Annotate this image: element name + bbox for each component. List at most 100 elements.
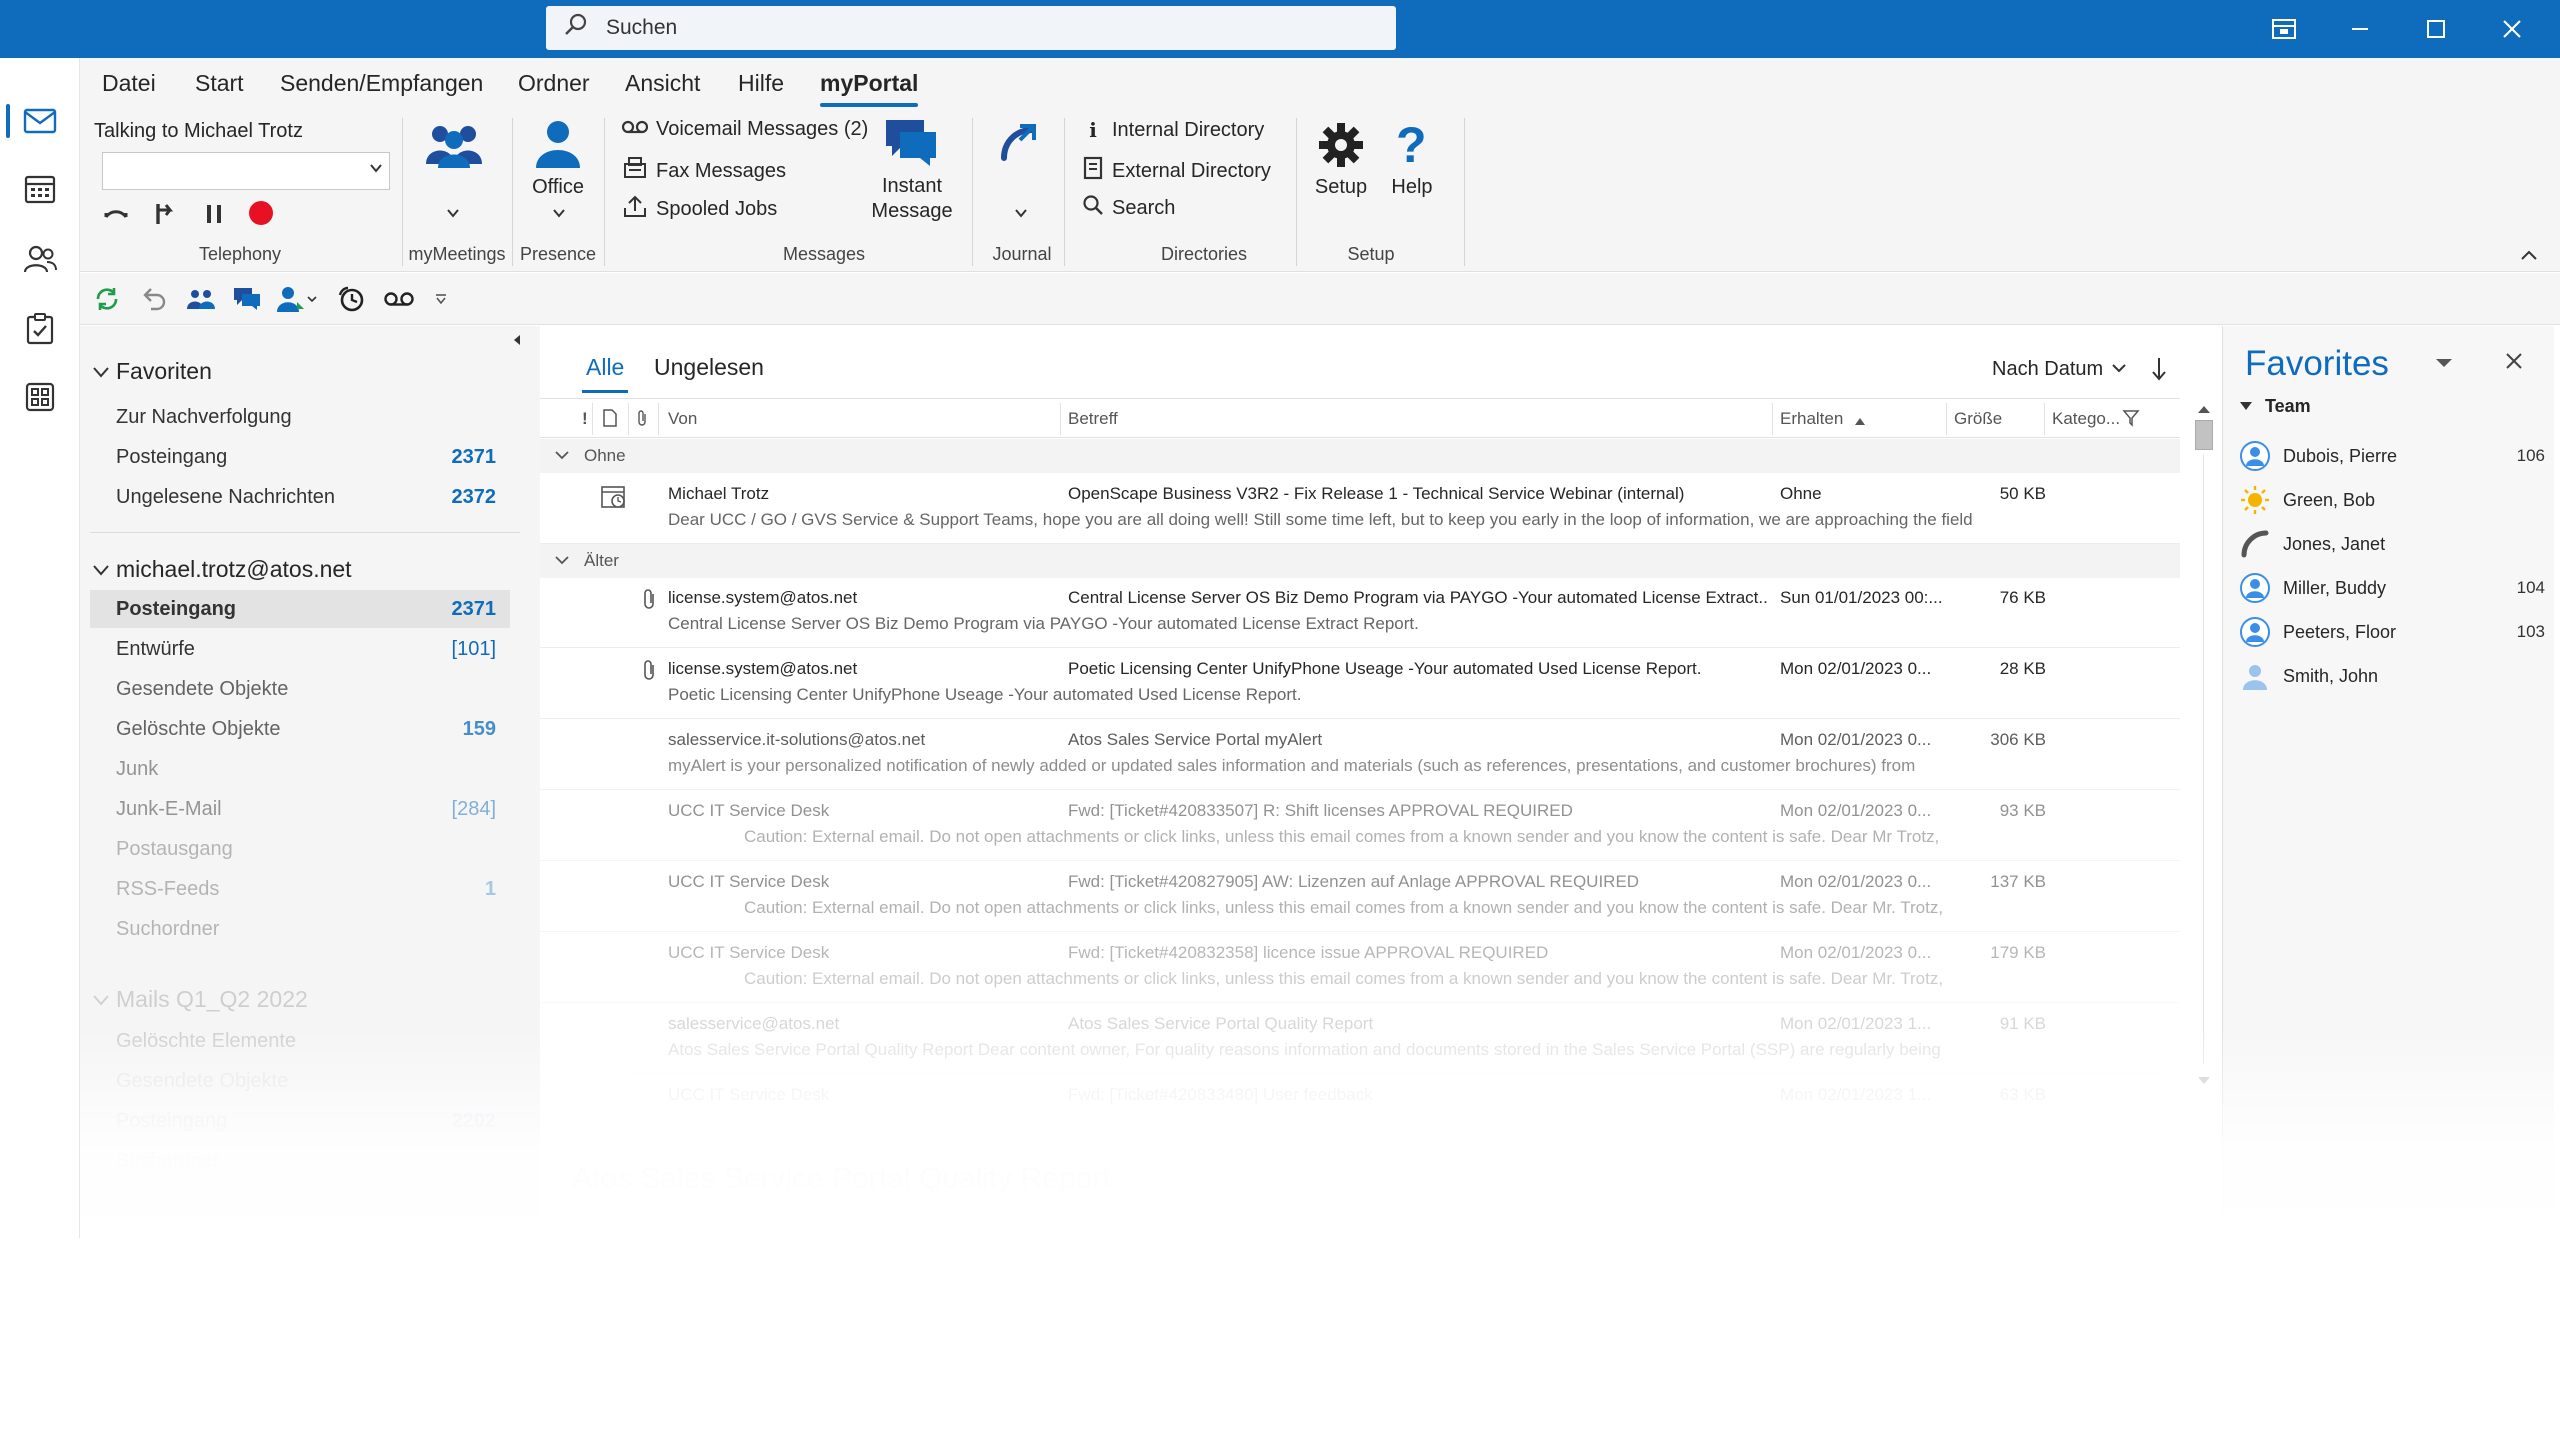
customize-toolbar-icon[interactable] <box>430 283 452 315</box>
help-icon[interactable]: ? <box>1396 116 1427 174</box>
undo-icon[interactable] <box>136 283 170 315</box>
calendar-icon[interactable] <box>0 158 80 220</box>
account-header[interactable]: michael.trotz@atos.net <box>92 556 352 583</box>
scrollbar-thumb[interactable] <box>2195 420 2213 450</box>
record-icon[interactable] <box>246 198 276 233</box>
message-row[interactable]: license.system@atos.net Central License … <box>540 578 2180 648</box>
mail-icon[interactable] <box>0 90 80 152</box>
folder-archive-suchordner[interactable]: Suchordner <box>90 1142 510 1180</box>
category-column[interactable]: Katego... <box>2052 409 2120 429</box>
tab-senden-empfangen[interactable]: Senden/Empfangen <box>280 70 483 97</box>
hangup-icon[interactable] <box>102 200 130 233</box>
close-icon[interactable] <box>2505 352 2523 375</box>
importance-column[interactable]: ! <box>582 409 588 429</box>
contact-green-bob[interactable]: Green, Bob <box>2239 480 2545 520</box>
received-column[interactable]: Erhalten <box>1780 409 1843 429</box>
message-row[interactable]: UCC IT Service Desk Fwd: [Ticket#4208279… <box>540 862 2180 932</box>
attachment-column-icon[interactable] <box>636 409 648 432</box>
filter-icon[interactable] <box>2122 409 2140 432</box>
subject-column[interactable]: Betreff <box>1068 409 1118 429</box>
folder-gesendete-objekte[interactable]: Gesendete Objekte <box>90 670 510 708</box>
folder-posteingang[interactable]: Posteingang 2371 <box>90 590 510 628</box>
people-icon[interactable] <box>0 228 80 290</box>
team-group-header[interactable]: Team <box>2239 396 2311 417</box>
chevron-down-icon[interactable] <box>302 283 322 315</box>
tab-datei[interactable]: Datei <box>102 70 156 97</box>
folder-posteingang-favorite[interactable]: Posteingang 2371 <box>90 438 510 476</box>
refresh-icon[interactable] <box>90 283 124 315</box>
folder-rss-feeds[interactable]: RSS-Feeds 1 <box>90 870 510 908</box>
message-row[interactable]: license.system@atos.net Poetic Licensing… <box>540 649 2180 719</box>
favorites-menu-icon[interactable] <box>2435 356 2453 374</box>
scroll-up-icon[interactable] <box>2197 402 2211 420</box>
collapse-pane-icon[interactable] <box>510 332 524 353</box>
voicemail-messages-button[interactable]: Voicemail Messages (2) <box>621 118 868 141</box>
spooled-jobs-button[interactable]: Spooled Jobs <box>622 194 777 224</box>
apps-icon[interactable] <box>0 366 80 428</box>
office-label[interactable]: Office <box>528 176 588 199</box>
folder-entwuerfe[interactable]: Entwürfe [101] <box>90 630 510 668</box>
folder-junk[interactable]: Junk <box>90 750 510 788</box>
tab-myportal[interactable]: myPortal <box>820 70 919 107</box>
scroll-down-icon[interactable] <box>2197 1074 2211 1092</box>
folder-archive-posteingang[interactable]: Posteingang 2202 <box>90 1102 510 1140</box>
message-row[interactable]: UCC IT Service Desk Fwd: [Ticket#4208323… <box>540 933 2180 1003</box>
folder-ungelesene-nachrichten[interactable]: Ungelesene Nachrichten 2372 <box>90 478 510 516</box>
sort-dropdown[interactable]: Nach Datum <box>1992 358 2127 381</box>
mymeetings-icon[interactable] <box>184 283 218 315</box>
folder-zur-nachverfolgung[interactable]: Zur Nachverfolgung <box>90 398 510 436</box>
contact-jones-janet[interactable]: Jones, Janet <box>2239 524 2545 564</box>
chevron-down-icon[interactable] <box>1014 206 1028 225</box>
presence-icon[interactable] <box>528 118 588 175</box>
directory-search-button[interactable]: Search <box>1082 194 1175 222</box>
contact-miller-buddy[interactable]: Miller, Buddy 104 <box>2239 568 2545 608</box>
message-row[interactable]: salesservice@atos.net Atos Sales Service… <box>540 1004 2180 1074</box>
tab-hilfe[interactable]: Hilfe <box>738 70 784 97</box>
group-header-ohne[interactable]: Ohne <box>540 439 2180 473</box>
contact-peeters-floor[interactable]: Peeters, Floor 103 <box>2239 612 2545 652</box>
tab-ordner[interactable]: Ordner <box>518 70 590 97</box>
phone-number-combobox[interactable] <box>102 152 390 190</box>
transfer-icon[interactable] <box>150 200 178 233</box>
folder-archive-gesendete-objekte[interactable]: Gesendete Objekte <box>90 1062 510 1100</box>
instant-message-icon[interactable] <box>880 116 940 173</box>
internal-directory-button[interactable]: i Internal Directory <box>1082 118 1264 142</box>
close-button[interactable] <box>2474 0 2550 58</box>
external-directory-button[interactable]: External Directory <box>1082 156 1271 186</box>
filter-tab-ungelesen[interactable]: Ungelesen <box>654 354 764 381</box>
chevron-down-icon[interactable] <box>552 206 566 225</box>
message-row[interactable]: salesservice.it-solutions@atos.net Atos … <box>540 720 2180 790</box>
collapse-ribbon-icon[interactable] <box>2520 248 2538 267</box>
archive-header[interactable]: Mails Q1_Q2 2022 <box>92 986 308 1013</box>
message-row[interactable]: UCC IT Service Desk Fwd: [Ticket#4208334… <box>540 1075 2180 1145</box>
message-row[interactable]: UCC IT Service Desk Fwd: [Ticket#4208335… <box>540 791 2180 861</box>
from-column[interactable]: Von <box>668 409 697 429</box>
hold-icon[interactable] <box>200 200 228 233</box>
journal-icon[interactable] <box>994 120 1044 175</box>
tab-ansicht[interactable]: Ansicht <box>625 70 700 97</box>
filter-tab-alle[interactable]: Alle <box>581 354 629 393</box>
folder-postausgang[interactable]: Postausgang <box>90 830 510 868</box>
folder-geloeschte-objekte[interactable]: Gelöschte Objekte 159 <box>90 710 510 748</box>
search-box[interactable]: Suchen <box>546 6 1396 50</box>
fax-messages-button[interactable]: Fax Messages <box>622 156 786 186</box>
folder-archive-geloeschte-elemente[interactable]: Gelöschte Elemente <box>90 1022 510 1060</box>
folder-suchordner[interactable]: Suchordner <box>90 910 510 948</box>
chevron-down-icon[interactable] <box>446 206 460 225</box>
mymeetings-icon[interactable] <box>424 120 484 175</box>
favorites-header[interactable]: Favoriten <box>92 358 212 385</box>
setup-label[interactable]: Setup <box>1310 176 1372 199</box>
contact-smith-john[interactable]: Smith, John <box>2239 656 2545 696</box>
item-type-column-icon[interactable] <box>602 409 618 432</box>
voicemail-icon[interactable] <box>382 283 416 315</box>
sort-direction-icon[interactable] <box>2150 356 2168 387</box>
folder-junk-e-mail[interactable]: Junk-E-Mail [284] <box>90 790 510 828</box>
help-label[interactable]: Help <box>1384 176 1440 199</box>
gear-icon[interactable] <box>1316 120 1366 175</box>
instant-message-icon[interactable] <box>230 283 264 315</box>
message-row[interactable]: Michael Trotz OpenScape Business V3R2 - … <box>540 474 2180 544</box>
minimize-button[interactable] <box>2322 0 2398 58</box>
group-header-aelter[interactable]: Älter <box>540 544 2180 578</box>
vertical-scrollbar[interactable] <box>2192 398 2216 1098</box>
maximize-button[interactable] <box>2398 0 2474 58</box>
